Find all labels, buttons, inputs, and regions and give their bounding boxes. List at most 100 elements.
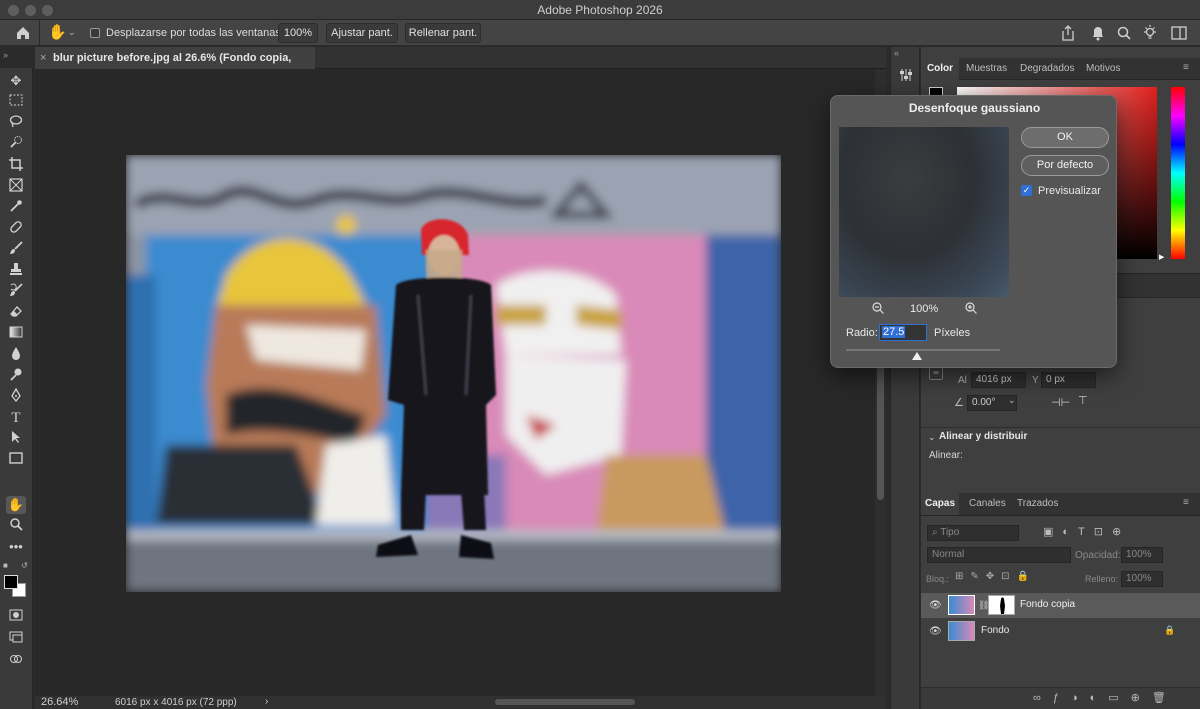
document-tab[interactable]: × blur picture before.jpg al 26.6% (Fond…	[35, 47, 315, 86]
path-selection-tool-icon[interactable]	[6, 430, 26, 448]
opacity-field[interactable]: 100%	[1121, 547, 1163, 563]
search-icon: ⌕	[932, 527, 938, 538]
move-tool-icon[interactable]: ✥	[6, 72, 26, 90]
link-icon[interactable]: ∞	[929, 366, 943, 380]
radius-slider-thumb[interactable]	[911, 352, 922, 360]
scroll-all-windows-checkbox[interactable]	[90, 28, 100, 38]
layer-action-icons[interactable]: ∞ƒ◑◐▭⊕🗑	[1033, 691, 1178, 704]
flip-vertical-icon[interactable]: ⊤	[1078, 394, 1088, 407]
more-tools-icon[interactable]: •••	[6, 538, 26, 556]
flip-horizontal-icon[interactable]: ⊣⊢	[1051, 396, 1070, 409]
status-zoom[interactable]: 26.64%	[41, 696, 78, 708]
home-icon[interactable]	[14, 24, 32, 42]
hue-marker-icon[interactable]: ▶	[1159, 253, 1164, 261]
align-distribute-heading[interactable]: Alinear y distribuir	[939, 431, 1027, 442]
workspace-icon[interactable]	[1170, 24, 1188, 42]
screen-mode-icon[interactable]	[6, 630, 26, 648]
eye-icon[interactable]: 👁	[929, 626, 942, 637]
layer-filter-icons[interactable]: ▣◐T⊡⊕	[1043, 525, 1193, 541]
quick-selection-tool-icon[interactable]	[6, 135, 26, 153]
marquee-tool-icon[interactable]	[6, 93, 26, 111]
layer-name[interactable]: Fondo copia	[1020, 599, 1075, 610]
tab-color[interactable]: Color	[921, 58, 959, 80]
panel-menu-icon[interactable]: ≡	[1183, 62, 1189, 73]
swap-colors-icon[interactable]: ↺	[21, 561, 28, 570]
y-field[interactable]: 0 px	[1041, 372, 1096, 388]
layer-row[interactable]: 👁 Fondo 🔒	[921, 619, 1200, 644]
rectangle-tool-icon[interactable]	[6, 451, 26, 469]
tab-gradients[interactable]: Degradados	[1020, 58, 1074, 80]
panel-menu-icon[interactable]: ≡	[1183, 497, 1189, 508]
zoom-out-icon[interactable]	[871, 301, 885, 315]
horizontal-scroll-thumb[interactable]	[495, 699, 635, 705]
document-image[interactable]	[126, 155, 781, 592]
adjustments-panel-icon[interactable]	[898, 67, 914, 83]
angle-dropdown-icon[interactable]: ⌄	[1008, 395, 1018, 411]
layer-thumbnail[interactable]	[948, 595, 975, 615]
fit-screen-button[interactable]: Ajustar pant.	[326, 23, 398, 43]
ok-button[interactable]: OK	[1021, 127, 1109, 148]
dodge-tool-icon[interactable]	[6, 367, 26, 385]
tab-patterns[interactable]: Motivos	[1086, 58, 1120, 80]
foreground-color-swatch[interactable]	[4, 575, 18, 589]
tab-paths[interactable]: Trazados	[1017, 493, 1058, 515]
close-tab-icon[interactable]: ×	[40, 47, 46, 69]
clone-stamp-tool-icon[interactable]	[6, 262, 26, 280]
share-icon[interactable]	[1060, 24, 1076, 42]
history-brush-tool-icon[interactable]	[6, 283, 26, 301]
frame-tool-icon[interactable]	[6, 178, 26, 196]
healing-brush-tool-icon[interactable]	[6, 220, 26, 238]
layer-filter-select[interactable]: ⌕ Tipo	[927, 525, 1019, 541]
radius-value: 27.5	[882, 326, 906, 338]
hue-slider[interactable]	[1171, 87, 1185, 259]
title-bar: Adobe Photoshop 2026	[0, 0, 1200, 20]
tab-channels[interactable]: Canales	[969, 493, 1006, 515]
dialog-title: Desenfoque gaussiano	[908, 101, 1041, 115]
eye-icon[interactable]: 👁	[929, 600, 942, 611]
lock-icons[interactable]: ⊞✎✥⊡🔒	[955, 571, 1036, 582]
width-field[interactable]: 4016 px	[971, 372, 1026, 388]
eraser-tool-icon[interactable]	[6, 304, 26, 322]
app-title: Adobe Photoshop 2026	[537, 3, 663, 17]
bell-icon[interactable]	[1090, 24, 1106, 42]
pen-tool-icon[interactable]	[6, 387, 26, 406]
eyedropper-tool-icon[interactable]	[6, 199, 26, 217]
zoom-100-button[interactable]: 100%	[278, 23, 318, 43]
type-tool-icon[interactable]: T	[6, 409, 26, 427]
lightbulb-icon[interactable]	[1142, 24, 1158, 42]
brush-tool-icon[interactable]	[6, 241, 26, 259]
status-menu-arrow[interactable]: ›	[265, 696, 268, 707]
layer-thumbnail[interactable]	[948, 621, 975, 641]
zoom-in-icon[interactable]	[964, 301, 978, 315]
radius-slider-track[interactable]	[846, 349, 1000, 351]
layer-name[interactable]: Fondo	[981, 625, 1009, 636]
hand-tool-preset-icon[interactable]: ✋	[48, 23, 67, 43]
fill-field[interactable]: 100%	[1121, 571, 1163, 587]
default-colors-icon[interactable]: ■	[3, 561, 8, 570]
preview-checkbox[interactable]: ✓	[1021, 185, 1032, 196]
chevron-down-icon[interactable]: ⌄	[68, 27, 76, 38]
collapse-arrows-icon[interactable]: «	[894, 48, 899, 58]
tab-swatches[interactable]: Muestras	[966, 58, 1007, 80]
blur-tool-icon[interactable]	[6, 346, 26, 364]
quick-mask-icon[interactable]	[6, 608, 26, 626]
crop-tool-icon[interactable]	[6, 157, 26, 175]
tab-layers[interactable]: Capas	[921, 493, 959, 515]
gradient-tool-icon[interactable]	[6, 325, 26, 343]
chevron-down-icon[interactable]: ⌄	[928, 432, 936, 443]
layer-mask-thumbnail[interactable]	[988, 595, 1015, 615]
preview-image	[839, 127, 1009, 297]
radius-field[interactable]: 27.5	[879, 324, 927, 341]
collapse-arrows-icon[interactable]: »	[3, 50, 8, 60]
blur-preview[interactable]	[839, 127, 1009, 297]
radius-label: Radio:	[846, 327, 878, 339]
layer-row[interactable]: 👁 ⛓ Fondo copia	[921, 593, 1200, 618]
hand-tool-icon[interactable]: ✋	[6, 496, 26, 514]
zoom-tool-icon[interactable]	[6, 517, 26, 535]
search-icon[interactable]	[1116, 24, 1132, 42]
default-button[interactable]: Por defecto	[1021, 155, 1109, 176]
blend-mode-select[interactable]: Normal	[927, 547, 1071, 563]
lasso-tool-icon[interactable]	[6, 114, 26, 132]
generative-icon[interactable]	[6, 652, 26, 670]
fill-screen-button[interactable]: Rellenar pant.	[405, 23, 481, 43]
